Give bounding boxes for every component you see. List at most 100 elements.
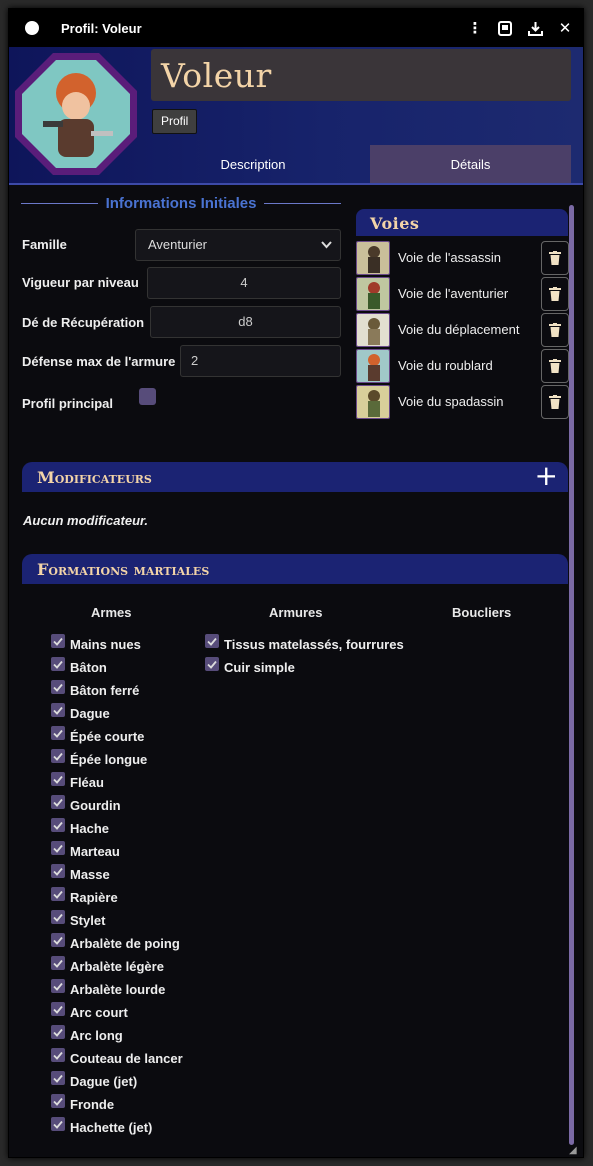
arme-item[interactable]: Hache bbox=[51, 818, 109, 838]
arme-item[interactable]: Épée longue bbox=[51, 749, 147, 769]
voie-image bbox=[356, 241, 390, 275]
checkbox[interactable] bbox=[51, 749, 65, 763]
voie-label: Voie de l'aventurier bbox=[398, 286, 509, 301]
arme-item[interactable]: Arc court bbox=[51, 1002, 128, 1022]
checkbox[interactable] bbox=[51, 979, 65, 993]
trash-icon[interactable] bbox=[541, 241, 569, 275]
checkbox[interactable] bbox=[51, 841, 65, 855]
voie-item[interactable]: Voie de l'assassin bbox=[356, 241, 569, 275]
arme-item[interactable]: Couteau de lancer bbox=[51, 1048, 183, 1068]
arme-label: Stylet bbox=[70, 912, 106, 928]
arme-label: Bâton bbox=[70, 659, 107, 675]
voie-label: Voie du roublard bbox=[398, 358, 493, 373]
arme-item[interactable]: Hachette (jet) bbox=[51, 1117, 152, 1137]
arme-item[interactable]: Arc long bbox=[51, 1025, 123, 1045]
checkbox[interactable] bbox=[51, 1025, 65, 1039]
arme-item[interactable]: Épée courte bbox=[51, 726, 144, 746]
checkbox[interactable] bbox=[51, 933, 65, 947]
arme-label: Arbalète lourde bbox=[70, 981, 166, 997]
menu-icon[interactable]: ⋮ bbox=[467, 19, 483, 37]
window-title: Profil: Voleur bbox=[61, 20, 142, 36]
checkbox[interactable] bbox=[51, 703, 65, 717]
arme-label: Épée longue bbox=[70, 751, 148, 767]
arme-item[interactable]: Bâton ferré bbox=[51, 680, 139, 700]
checkbox[interactable] bbox=[51, 864, 65, 878]
arme-label: Mains nues bbox=[70, 636, 141, 652]
checkbox[interactable] bbox=[51, 887, 65, 901]
tab-details[interactable]: Détails bbox=[370, 145, 571, 183]
scrollbar[interactable] bbox=[569, 205, 574, 1145]
armure-label: Tissus matelassés, fourrures bbox=[224, 636, 404, 652]
armure-item[interactable]: Tissus matelassés, fourrures bbox=[205, 634, 404, 654]
checkbox[interactable] bbox=[51, 1048, 65, 1062]
arme-label: Couteau de lancer bbox=[70, 1050, 183, 1066]
arme-item[interactable]: Bâton bbox=[51, 657, 107, 677]
details-panel: Informations Initiales Famille Aventurie… bbox=[9, 185, 583, 1157]
defense-input[interactable]: 2 bbox=[180, 345, 341, 377]
checkbox[interactable] bbox=[51, 818, 65, 832]
formations-title: Formations martiales bbox=[37, 560, 210, 579]
de-recuperation-input[interactable]: d8 bbox=[150, 306, 341, 338]
checkbox[interactable] bbox=[205, 657, 219, 671]
vigueur-label: Vigueur par niveau bbox=[22, 275, 139, 290]
trash-icon[interactable] bbox=[541, 349, 569, 383]
arme-item[interactable]: Arbalète lourde bbox=[51, 979, 165, 999]
portrait-image[interactable] bbox=[13, 51, 139, 177]
profil-principal-checkbox[interactable] bbox=[139, 388, 156, 405]
arme-label: Fléau bbox=[70, 774, 104, 790]
voie-item[interactable]: Voie du spadassin bbox=[356, 385, 569, 419]
checkbox[interactable] bbox=[51, 1002, 65, 1016]
checkbox[interactable] bbox=[51, 910, 65, 924]
arme-item[interactable]: Fléau bbox=[51, 772, 104, 792]
voie-item[interactable]: Voie du déplacement bbox=[356, 313, 569, 347]
checkbox[interactable] bbox=[51, 726, 65, 740]
modificateurs-title: Modificateurs bbox=[37, 468, 152, 487]
famille-label: Famille bbox=[22, 237, 67, 252]
trash-icon[interactable] bbox=[541, 385, 569, 419]
arme-item[interactable]: Masse bbox=[51, 864, 110, 884]
sheet-icon[interactable] bbox=[497, 20, 513, 36]
vigueur-input[interactable]: 4 bbox=[147, 267, 341, 299]
arme-label: Dague bbox=[70, 705, 110, 721]
checkbox[interactable] bbox=[51, 772, 65, 786]
tab-description[interactable]: Description bbox=[145, 145, 361, 183]
window-titlebar[interactable]: Profil: Voleur ⋮ ✕ bbox=[9, 9, 583, 47]
voie-item[interactable]: Voie de l'aventurier bbox=[356, 277, 569, 311]
arme-item[interactable]: Gourdin bbox=[51, 795, 121, 815]
checkbox[interactable] bbox=[51, 1094, 65, 1108]
profile-name-field[interactable]: Voleur bbox=[151, 49, 571, 101]
voie-label: Voie du spadassin bbox=[398, 394, 504, 409]
arme-item[interactable]: Fronde bbox=[51, 1094, 114, 1114]
arme-label: Arbalète de poing bbox=[70, 935, 180, 951]
download-icon[interactable] bbox=[527, 20, 543, 36]
arme-item[interactable]: Rapière bbox=[51, 887, 118, 907]
info-section-title: Informations Initiales bbox=[21, 193, 342, 213]
trash-icon[interactable] bbox=[541, 277, 569, 311]
arme-item[interactable]: Stylet bbox=[51, 910, 105, 930]
trash-icon[interactable] bbox=[541, 313, 569, 347]
arme-item[interactable]: Marteau bbox=[51, 841, 120, 861]
arme-item[interactable]: Dague (jet) bbox=[51, 1071, 137, 1091]
voie-label: Voie de l'assassin bbox=[398, 250, 501, 265]
voie-item[interactable]: Voie du roublard bbox=[356, 349, 569, 383]
checkbox[interactable] bbox=[51, 956, 65, 970]
checkbox[interactable] bbox=[51, 634, 65, 648]
armes-header: Armes bbox=[91, 605, 132, 620]
arme-item[interactable]: Mains nues bbox=[51, 634, 141, 654]
checkbox[interactable] bbox=[51, 1071, 65, 1085]
arme-item[interactable]: Arbalète légère bbox=[51, 956, 164, 976]
checkbox[interactable] bbox=[205, 634, 219, 648]
arme-label: Hachette (jet) bbox=[70, 1119, 153, 1135]
close-icon[interactable]: ✕ bbox=[557, 19, 573, 37]
resize-handle[interactable]: ◢ bbox=[569, 1146, 579, 1156]
arme-item[interactable]: Dague bbox=[51, 703, 110, 723]
checkbox[interactable] bbox=[51, 680, 65, 694]
famille-select[interactable]: Aventurier bbox=[135, 229, 341, 261]
modificateurs-header: Modificateurs + bbox=[22, 462, 568, 492]
arme-item[interactable]: Arbalète de poing bbox=[51, 933, 180, 953]
checkbox[interactable] bbox=[51, 795, 65, 809]
checkbox[interactable] bbox=[51, 657, 65, 671]
add-modifier-icon[interactable]: + bbox=[535, 462, 558, 490]
armure-item[interactable]: Cuir simple bbox=[205, 657, 295, 677]
checkbox[interactable] bbox=[51, 1117, 65, 1131]
